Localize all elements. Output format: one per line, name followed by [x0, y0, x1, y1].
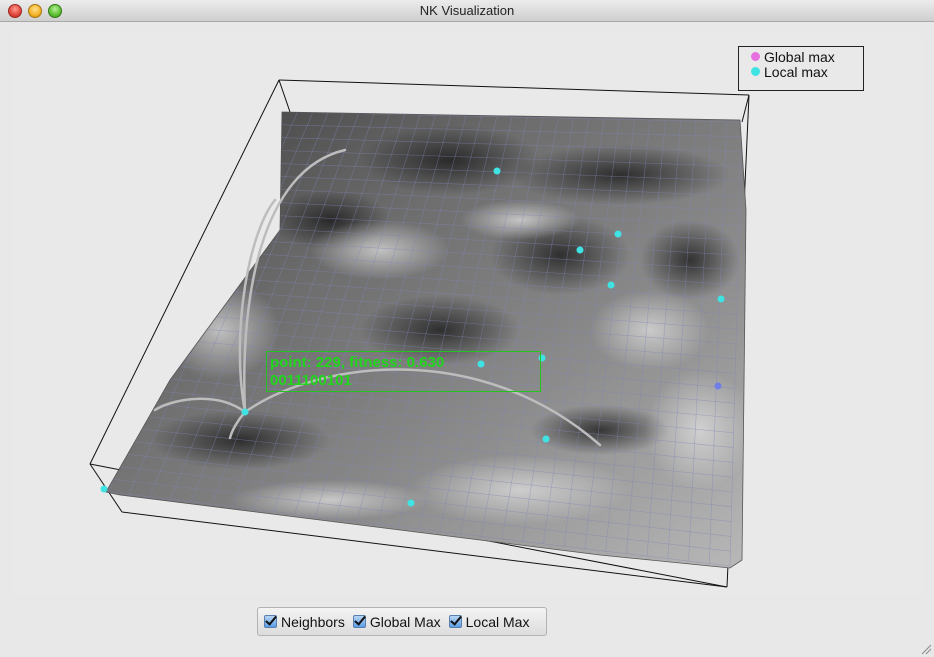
- legend-label-global-max: Global max: [764, 48, 835, 65]
- local-max-point[interactable]: [407, 499, 415, 507]
- point-bitstring-text: 0011100101: [270, 372, 352, 389]
- local-max-marker-icon: [751, 67, 760, 76]
- local-max-checkbox[interactable]: Local Max: [448, 613, 530, 630]
- local-max-point[interactable]: [607, 281, 615, 289]
- title-bar[interactable]: NK Visualization: [0, 0, 934, 22]
- legend: Global max Local max: [738, 46, 864, 91]
- legend-item-local-max: Local max: [751, 63, 863, 80]
- local-max-point[interactable]: [241, 408, 249, 416]
- local-max-point[interactable]: [542, 435, 550, 443]
- local-max-point[interactable]: [576, 246, 584, 254]
- checkbox-checked-icon[interactable]: [448, 615, 462, 628]
- neighbors-checkbox[interactable]: Neighbors: [264, 614, 345, 630]
- neighbors-checkbox-label: Neighbors: [281, 613, 345, 630]
- point-fitness-text: point: 229, fitness: 0.630: [270, 354, 445, 371]
- checkbox-checked-icon[interactable]: [264, 615, 277, 628]
- local-max-point[interactable]: [614, 230, 622, 238]
- global-max-marker-icon: [751, 52, 760, 61]
- display-options-panel: Neighbors Global Max Local Max: [257, 607, 547, 636]
- resize-grip-icon[interactable]: [920, 643, 932, 655]
- global-max-checkbox-label: Global Max: [369, 613, 441, 630]
- local-max-point[interactable]: [100, 485, 108, 493]
- landscape-3d-view[interactable]: [12, 33, 922, 595]
- fitness-landscape-surface: [105, 111, 747, 569]
- global-max-checkbox[interactable]: Global Max: [352, 613, 441, 630]
- local-max-checkbox-label: Local Max: [465, 613, 530, 630]
- highlighted-point[interactable]: [714, 382, 722, 390]
- legend-label-local-max: Local max: [764, 63, 828, 80]
- checkbox-checked-icon[interactable]: [352, 615, 366, 628]
- selected-point-label: point: 229, fitness: 0.630 0011100101: [266, 351, 541, 392]
- visualization-canvas[interactable]: Global max Local max point: 229, fitness…: [12, 33, 922, 595]
- local-max-point[interactable]: [717, 295, 725, 303]
- legend-item-global-max: Global max: [751, 48, 863, 65]
- window-title: NK Visualization: [419, 3, 515, 18]
- local-max-point[interactable]: [493, 167, 501, 175]
